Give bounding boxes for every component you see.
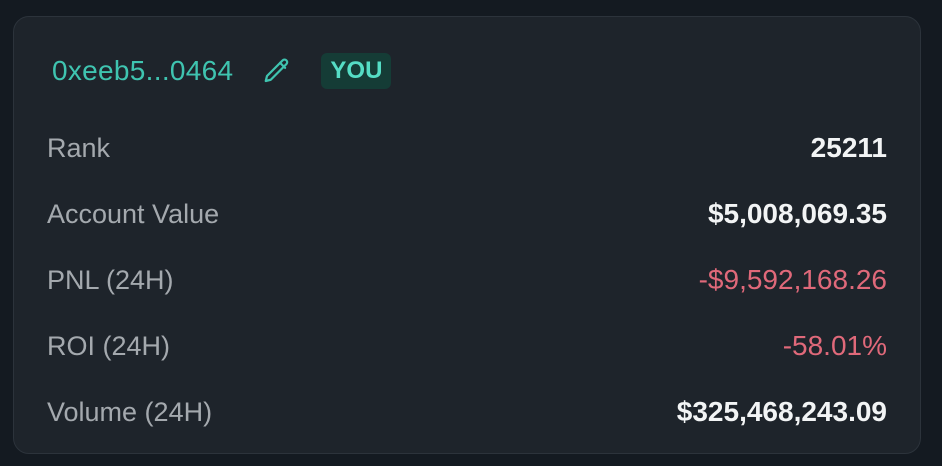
- stat-row-roi: ROI (24H) -58.01%: [47, 313, 887, 379]
- account-header: 0xeeb5...0464 YOU: [52, 51, 392, 91]
- stat-row-rank: Rank 25211: [47, 115, 887, 181]
- wallet-address-link[interactable]: 0xeeb5...0464: [52, 55, 233, 87]
- stat-label: ROI (24H): [47, 330, 171, 361]
- stat-label: Rank: [47, 132, 111, 163]
- stat-value: $5,008,069.35: [707, 198, 887, 229]
- stat-value: 25211: [810, 132, 887, 163]
- stat-value: -$9,592,168.26: [698, 264, 887, 295]
- account-card: 0xeeb5...0464 YOU Rank 25211 Account Val…: [13, 16, 921, 454]
- stat-row-pnl: PNL (24H) -$9,592,168.26: [47, 247, 887, 313]
- stat-label: Volume (24H): [47, 396, 213, 427]
- pencil-icon[interactable]: [261, 55, 293, 87]
- you-badge: YOU: [321, 53, 392, 89]
- stat-value: -58.01%: [782, 330, 887, 361]
- stat-row-account-value: Account Value $5,008,069.35: [47, 181, 887, 247]
- stat-row-volume: Volume (24H) $325,468,243.09: [47, 379, 887, 445]
- stat-label: PNL (24H): [47, 264, 174, 295]
- stat-value: $325,468,243.09: [676, 396, 887, 427]
- stats-list: Rank 25211 Account Value $5,008,069.35 P…: [47, 115, 887, 445]
- stat-label: Account Value: [47, 198, 220, 229]
